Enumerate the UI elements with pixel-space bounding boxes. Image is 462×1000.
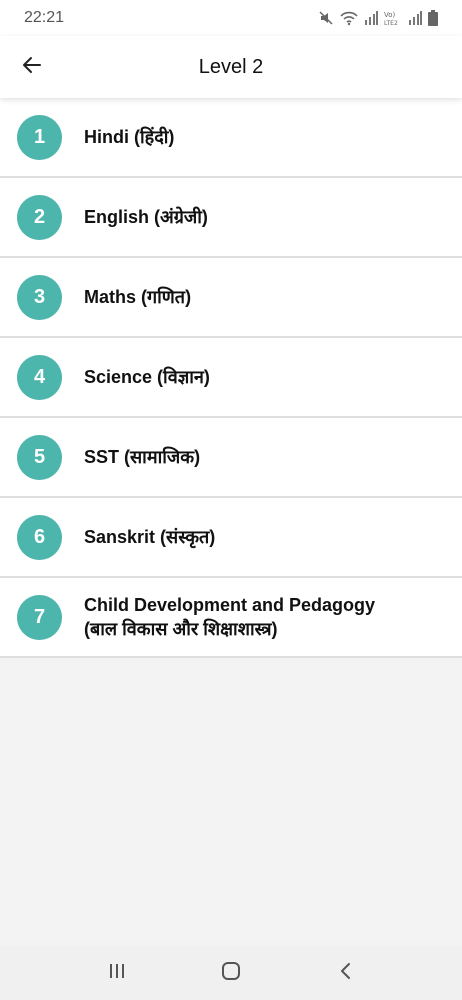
list-item-child-development[interactable]: 7 Child Development and Pedagogy (बाल वि… [0, 578, 462, 658]
subject-label-line1: Child Development and Pedagogy [84, 595, 376, 615]
back-icon [337, 962, 353, 985]
svg-text:LTE2: LTE2 [384, 20, 398, 26]
subject-label: Science (विज्ञान) [84, 367, 210, 387]
home-button[interactable] [211, 953, 251, 993]
arrow-left-icon [22, 55, 42, 80]
list-item-science[interactable]: 4 Science (विज्ञान) [0, 338, 462, 418]
wifi-icon [340, 10, 358, 26]
list-item-english[interactable]: 2 English (अंग्रेजी) [0, 178, 462, 258]
svg-text:Vo): Vo) [384, 11, 396, 19]
number-badge: 6 [17, 514, 62, 560]
mute-icon [318, 10, 334, 26]
signal-icon [408, 11, 422, 25]
subject-label: Sanskrit (संस्कृत) [84, 527, 216, 547]
subject-label: Hindi (हिंदी) [84, 127, 175, 147]
list-item-sst[interactable]: 5 SST (सामाजिक) [0, 418, 462, 498]
number-badge: 4 [17, 354, 62, 400]
number-badge: 2 [17, 194, 62, 240]
app-bar: Level 2 [0, 36, 462, 98]
list-item-maths[interactable]: 3 Maths (गणित) [0, 258, 462, 338]
subject-label: SST (सामाजिक) [84, 447, 201, 467]
number-badge: 7 [17, 594, 62, 640]
subject-label: Maths (गणित) [84, 287, 192, 307]
subject-label: Child Development and Pedagogy (बाल विका… [84, 593, 375, 641]
system-nav-bar [0, 946, 462, 1000]
subject-label-line2: (बाल विकास और शिक्षाशास्त्र) [84, 619, 278, 639]
volte-lte2-icon: Vo) LTE2 [384, 10, 402, 26]
number-badge: 1 [17, 114, 62, 160]
back-button[interactable] [14, 49, 50, 85]
system-back-button[interactable] [325, 953, 365, 993]
subject-list: 1 Hindi (हिंदी) 2 English (अंग्रेजी) 3 M… [0, 98, 462, 658]
status-icons: Vo) LTE2 [318, 10, 438, 26]
number-badge: 3 [17, 274, 62, 320]
home-icon [221, 961, 241, 986]
recent-apps-button[interactable] [97, 953, 137, 993]
status-time: 22:21 [24, 9, 65, 26]
battery-icon [428, 10, 438, 26]
list-item-hindi[interactable]: 1 Hindi (हिंदी) [0, 98, 462, 178]
signal-icon [364, 11, 378, 25]
status-bar: 22:21 Vo) LTE2 [0, 0, 462, 36]
subject-label: English (अंग्रेजी) [84, 207, 208, 227]
list-item-sanskrit[interactable]: 6 Sanskrit (संस्कृत) [0, 498, 462, 578]
recent-apps-icon [108, 962, 126, 985]
number-badge: 5 [17, 434, 62, 480]
page-title: Level 2 [198, 56, 264, 78]
